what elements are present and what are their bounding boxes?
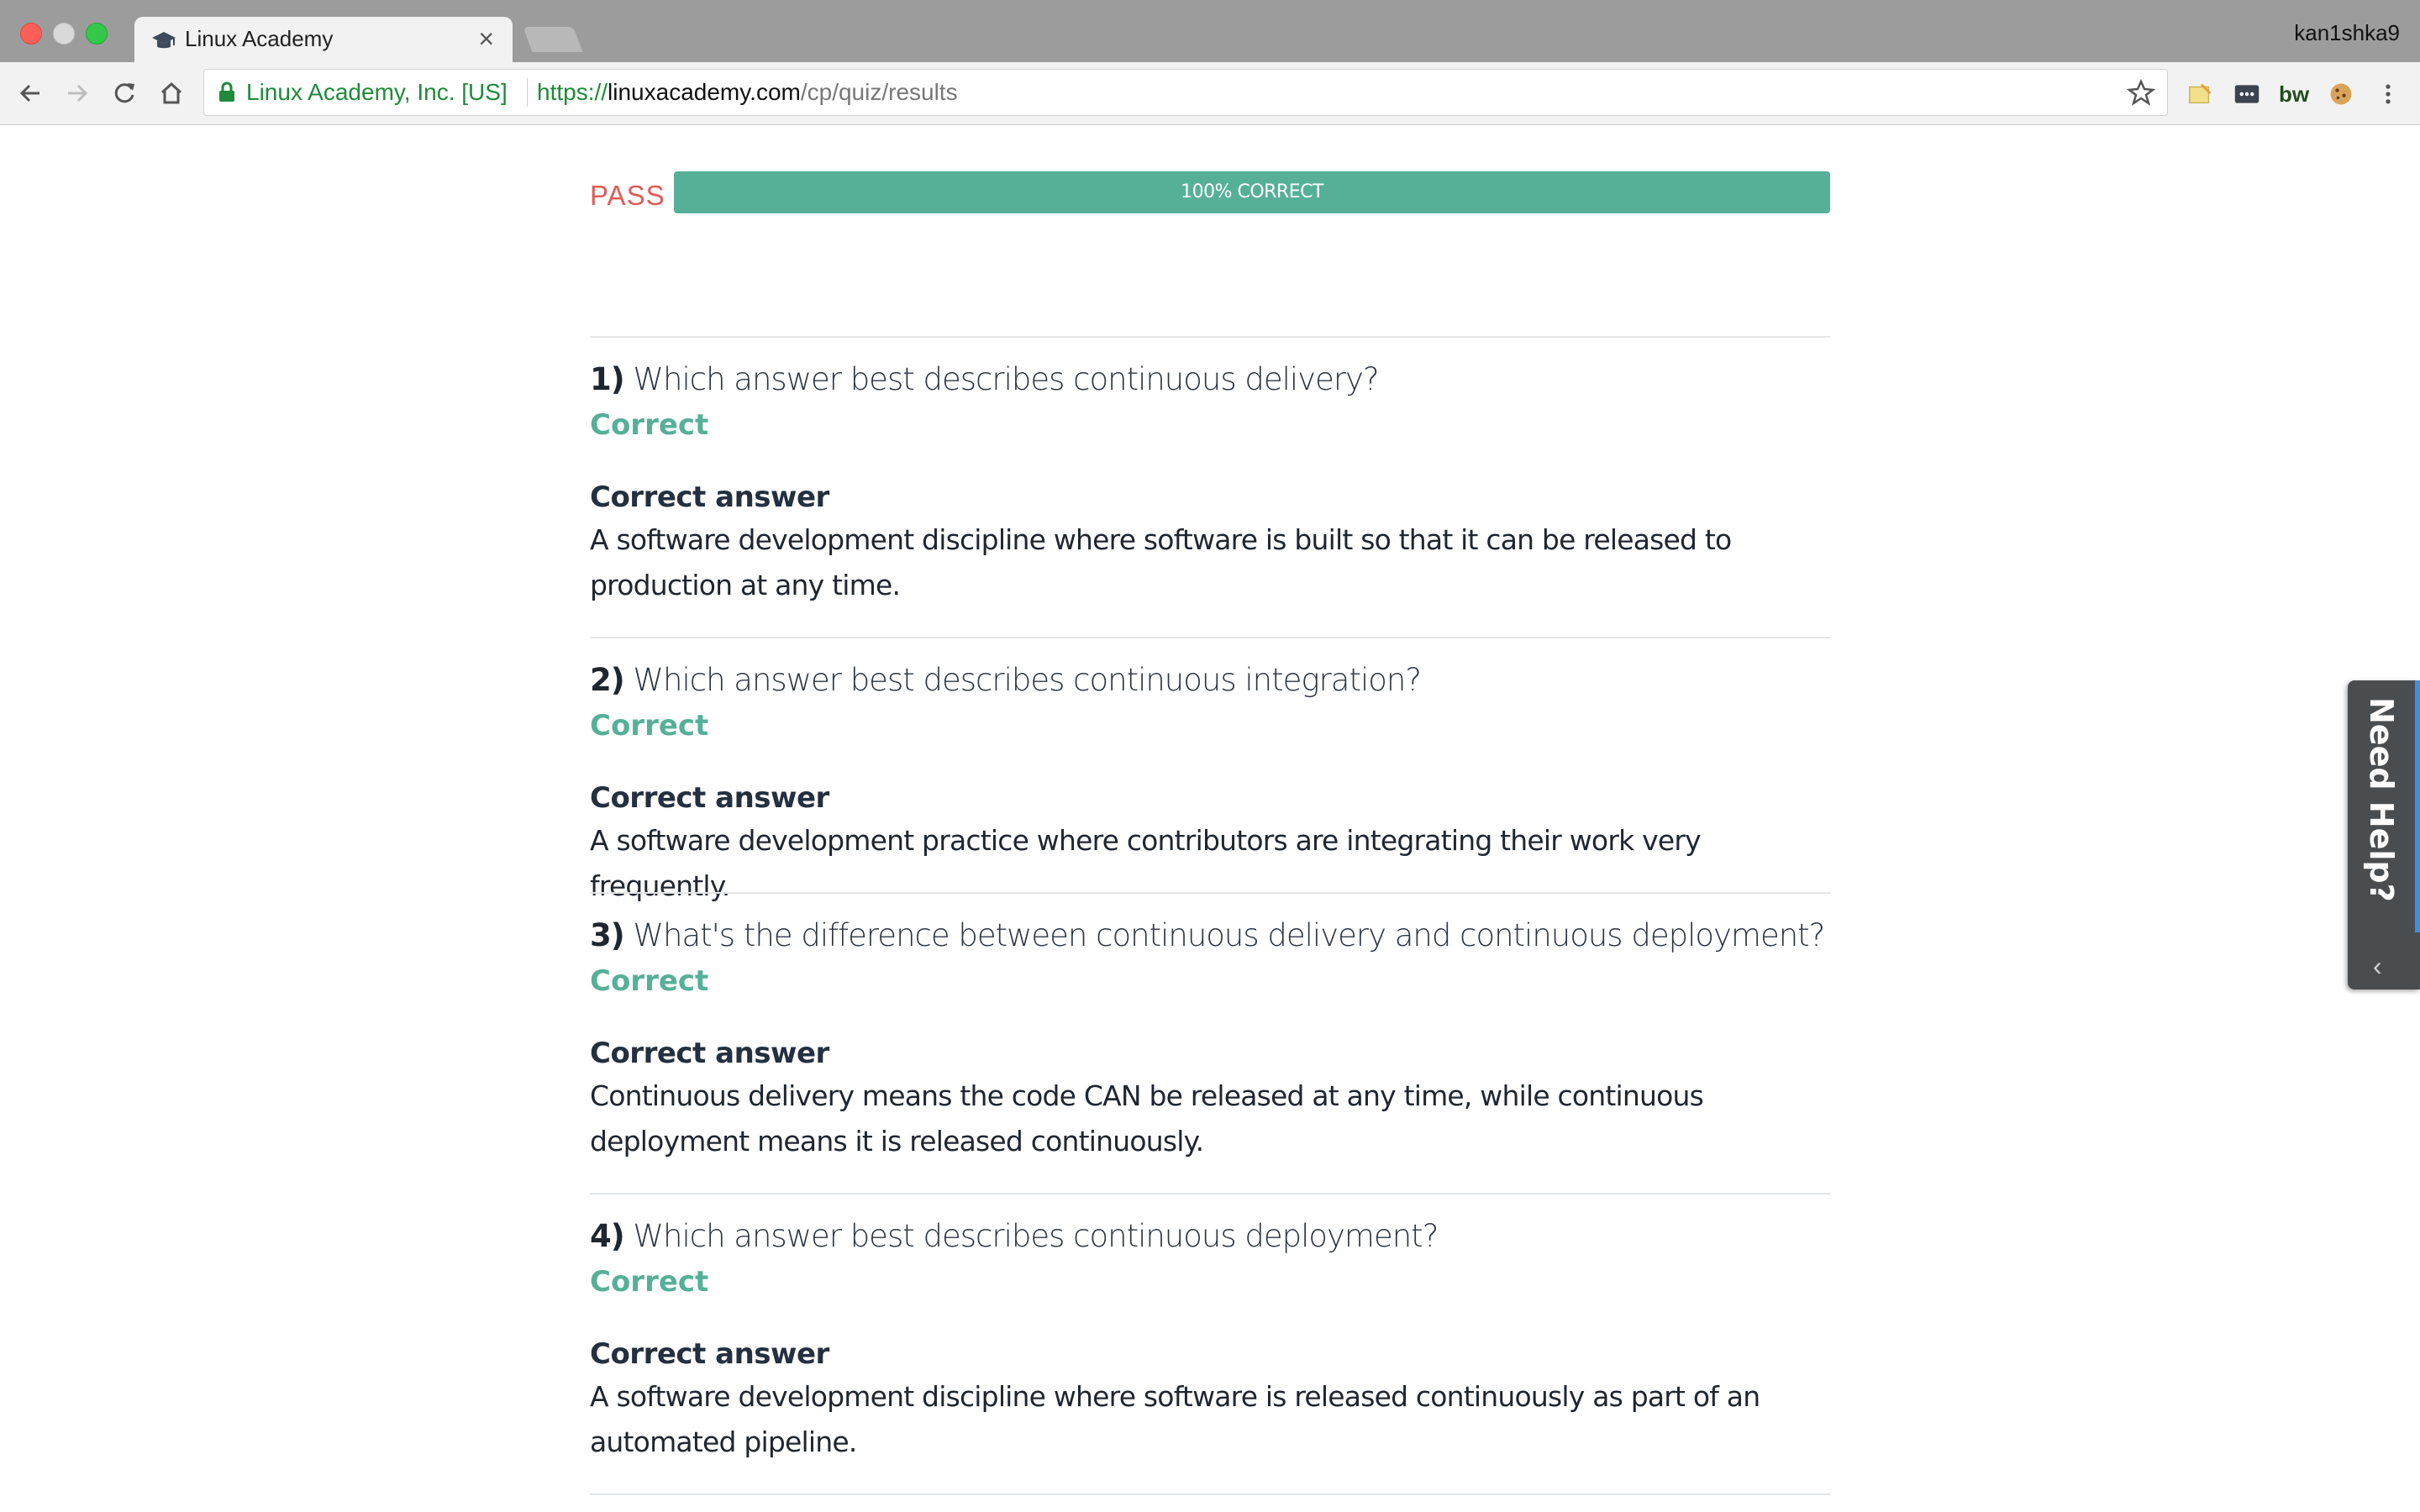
browser-menu-button[interactable] — [2373, 79, 2403, 109]
home-button[interactable] — [155, 76, 188, 110]
cookie-icon — [2330, 83, 2352, 105]
question-item: 4) Which answer best describes continuou… — [590, 1193, 1830, 1494]
need-help-label: Need Help? — [2363, 697, 2400, 902]
bookmark-star-icon[interactable] — [2127, 78, 2155, 107]
score-progress-label: 100% CORRECT — [1181, 181, 1323, 202]
forward-button[interactable] — [60, 76, 94, 110]
tab-close-icon[interactable]: × — [478, 24, 494, 54]
browser-tab-active[interactable]: Linux Academy × — [134, 17, 513, 64]
password-manager-extension-button[interactable] — [2232, 79, 2262, 109]
divider — [590, 1494, 1830, 1495]
question-number: 2) — [590, 662, 625, 698]
lock-icon — [219, 81, 234, 102]
chevron-left-icon[interactable]: ‹ — [2373, 951, 2382, 982]
correct-answer-heading: Correct answer — [590, 480, 829, 514]
question-item: 2) Which answer best describes continuou… — [590, 637, 1830, 902]
url-host: linuxacademy.com — [608, 79, 801, 105]
url-text[interactable]: https://linuxacademy.com/cp/quiz/results — [537, 79, 958, 106]
help-accent-bar — [2415, 680, 2420, 932]
question-number: 4) — [590, 1218, 625, 1254]
question-title: 4) Which answer best describes continuou… — [590, 1218, 1439, 1254]
address-separator — [527, 78, 528, 107]
site-identity[interactable]: Linux Academy, Inc. [US] — [246, 79, 508, 106]
cookie-extension-button[interactable] — [2326, 79, 2356, 109]
question-status: Correct — [590, 408, 709, 442]
question-title: 3) What's the difference between continu… — [590, 917, 1825, 953]
question-number: 3) — [590, 917, 625, 953]
question-item: 1) Which answer best describes continuou… — [590, 336, 1830, 637]
pass-status: PASS — [590, 180, 666, 211]
note-icon — [2189, 83, 2212, 104]
arrow-left-icon — [19, 84, 39, 102]
graduation-cap-icon — [152, 32, 176, 49]
question-status: Correct — [590, 1265, 709, 1299]
home-icon — [160, 81, 182, 104]
browser-toolbar: Linux Academy, Inc. [US] https://linuxac… — [0, 62, 2420, 125]
url-scheme: https:// — [537, 79, 608, 105]
score-progress-bar: 100% CORRECT — [674, 171, 1830, 213]
correct-answer-text: Continuous delivery means the code CAN b… — [590, 1079, 1704, 1158]
correct-answer-text: A software development discipline where … — [590, 523, 1732, 601]
question-text: Which answer best describes continuous d… — [633, 361, 1379, 397]
question-status: Correct — [590, 964, 709, 998]
browser-titlebar: Linux Academy × kan1shka9 — [0, 0, 2420, 64]
profile-name[interactable]: kan1shka9 — [2294, 20, 2400, 46]
bw-extension-button[interactable]: bw — [2279, 79, 2309, 109]
question-title: 1) Which answer best describes continuou… — [590, 361, 1380, 397]
question-text: Which answer best describes continuous d… — [633, 1218, 1439, 1254]
new-tab-button[interactable] — [523, 27, 583, 52]
correct-answer-text: A software development discipline where … — [590, 1380, 1760, 1458]
address-bar[interactable]: Linux Academy, Inc. [US] https://linuxac… — [203, 69, 2168, 116]
window-close-button[interactable] — [20, 23, 42, 45]
window-minimize-button[interactable] — [53, 23, 75, 45]
question-item: 3) What's the difference between continu… — [590, 892, 1830, 1193]
reload-button[interactable] — [108, 76, 141, 110]
tab-title: Linux Academy — [185, 26, 334, 51]
correct-answer-heading: Correct answer — [590, 1037, 829, 1070]
need-help-widget[interactable]: Need Help? ‹ — [2348, 680, 2420, 990]
password-manager-icon — [2234, 85, 2260, 103]
correct-answer-heading: Correct answer — [590, 1337, 829, 1371]
question-status: Correct — [590, 709, 709, 743]
url-path: /cp/quiz/results — [800, 79, 958, 105]
result-summary: PASS 100% CORRECT — [590, 171, 1830, 218]
window-maximize-button[interactable] — [86, 23, 108, 45]
question-text: Which answer best describes continuous i… — [633, 662, 1422, 698]
reload-icon — [114, 83, 134, 103]
question-text: What's the difference between continuous… — [633, 917, 1825, 953]
arrow-right-icon — [68, 84, 88, 102]
back-button[interactable] — [13, 76, 47, 110]
correct-answer-heading: Correct answer — [590, 781, 829, 815]
more-vertical-icon — [2386, 84, 2391, 104]
question-number: 1) — [590, 361, 625, 397]
note-extension-button[interactable] — [2185, 79, 2215, 109]
question-title: 2) Which answer best describes continuou… — [590, 662, 1422, 698]
